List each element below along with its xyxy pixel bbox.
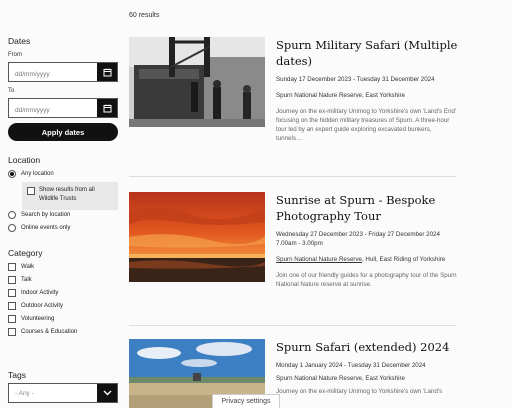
result-time: 7.00am - 3.00pm xyxy=(276,240,323,247)
result-info: Spurn Safari (extended) 2024 Monday 1 Ja… xyxy=(276,339,459,396)
category-label: Outdoor Activity xyxy=(21,303,64,309)
category-outdoor-activity[interactable]: Outdoor Activity xyxy=(8,302,63,310)
radio-search-by-location[interactable]: Search by location xyxy=(8,211,70,219)
result-image-military-bunker[interactable] xyxy=(129,37,265,127)
tags-select-value: - Any - xyxy=(15,390,34,397)
category-volunteering[interactable]: Volunteering xyxy=(8,315,54,323)
result-divider xyxy=(129,176,456,177)
category-checkbox[interactable] xyxy=(8,263,16,271)
show-all-label: Show results from all Wildlife Trusts xyxy=(39,187,95,202)
result-card[interactable]: Spurn Safari (extended) 2024 Monday 1 Ja… xyxy=(129,339,456,408)
category-checkbox[interactable] xyxy=(8,328,16,336)
radio-button[interactable] xyxy=(8,211,16,219)
category-checkbox[interactable] xyxy=(8,289,16,297)
category-checkbox[interactable] xyxy=(8,302,16,310)
result-title-link[interactable]: Spurn Safari (extended) 2024 xyxy=(276,339,459,355)
tags-select[interactable]: - Any - xyxy=(8,383,118,403)
radio-label: Any location xyxy=(21,171,54,177)
category-walk[interactable]: Walk xyxy=(8,263,34,271)
from-calendar-button[interactable] xyxy=(97,63,117,81)
from-label: From xyxy=(8,52,22,58)
from-date-input[interactable] xyxy=(9,65,97,84)
chevron-down-icon xyxy=(103,390,111,396)
result-divider xyxy=(129,325,456,326)
result-date-range: Wednesday 27 December 2023 - Friday 27 D… xyxy=(276,231,440,238)
location-link[interactable]: Spurn National Nature Reserve xyxy=(276,256,362,263)
result-location: Spurn National Nature Reserve, Hull, Eas… xyxy=(276,255,459,264)
result-info: Sunrise at Spurn - Bespoke Photography T… xyxy=(276,192,459,289)
dates-heading: Dates xyxy=(8,36,31,46)
result-info: Spurn Military Safari (Multiple dates) S… xyxy=(276,37,459,143)
result-description: Join one of our friendly guides for a ph… xyxy=(276,272,457,288)
category-indoor-activity[interactable]: Indoor Activity xyxy=(8,289,58,297)
radio-button[interactable] xyxy=(8,170,16,178)
radio-any-location[interactable]: Any location xyxy=(8,170,54,178)
result-location: Spurn National Nature Reserve, East York… xyxy=(276,375,405,382)
result-description: Journey on the ex-military Unimog to Yor… xyxy=(276,388,443,395)
result-title-link[interactable]: Sunrise at Spurn - Bespoke Photography T… xyxy=(276,192,459,224)
category-checkbox[interactable] xyxy=(8,315,16,323)
location-heading: Location xyxy=(8,155,41,165)
sunrise-photo xyxy=(129,192,265,282)
result-description: Journey on the ex-military Unimog to Yor… xyxy=(276,108,457,142)
result-location: Spurn National Nature Reserve, East York… xyxy=(276,92,405,99)
calendar-icon xyxy=(103,104,111,112)
result-image-sunrise[interactable] xyxy=(129,192,265,282)
location-rest: , Hull, East Riding of Yorkshire xyxy=(361,256,446,263)
radio-online-events[interactable]: Online events only xyxy=(8,224,70,232)
apply-dates-button[interactable]: Apply dates xyxy=(8,123,118,141)
tags-dropdown-button[interactable] xyxy=(97,384,117,402)
result-date: Wednesday 27 December 2023 - Friday 27 D… xyxy=(276,230,459,248)
to-date-input[interactable] xyxy=(9,101,97,120)
category-heading: Category xyxy=(8,248,43,258)
category-label: Volunteering xyxy=(21,316,55,322)
result-title-link[interactable]: Spurn Military Safari (Multiple dates) xyxy=(276,37,459,69)
privacy-settings-button[interactable]: Privacy settings xyxy=(212,394,280,408)
radio-label: Online events only xyxy=(21,225,71,231)
calendar-icon xyxy=(103,68,111,76)
category-label: Indoor Activity xyxy=(21,290,59,296)
bunker-photo xyxy=(129,37,265,127)
radio-button[interactable] xyxy=(8,224,16,232)
radio-label: Search by location xyxy=(21,212,71,218)
results-count: 60 results xyxy=(129,12,160,19)
filters-sidebar: Dates From To Apply dates Location xyxy=(0,0,124,408)
to-label: To xyxy=(8,88,15,94)
result-date: Monday 1 January 2024 - Tuesday 31 Decem… xyxy=(276,362,426,369)
category-label: Talk xyxy=(21,277,32,283)
tags-heading: Tags xyxy=(8,370,26,380)
category-talk[interactable]: Talk xyxy=(8,276,32,284)
category-courses-education[interactable]: Courses & Education xyxy=(8,328,77,336)
category-checkbox[interactable] xyxy=(8,276,16,284)
show-all-trusts-option[interactable]: Show results from all Wildlife Trusts xyxy=(22,182,118,210)
from-date-field[interactable] xyxy=(8,62,118,84)
to-calendar-button[interactable] xyxy=(97,99,117,117)
show-all-checkbox[interactable] xyxy=(27,187,35,195)
category-label: Courses & Education xyxy=(21,329,78,335)
to-date-field[interactable] xyxy=(8,98,118,120)
result-date: Sunday 17 December 2023 - Tuesday 31 Dec… xyxy=(276,76,435,83)
category-label: Walk xyxy=(21,264,35,270)
result-card[interactable]: Spurn Military Safari (Multiple dates) S… xyxy=(129,37,457,142)
result-card[interactable]: Sunrise at Spurn - Bespoke Photography T… xyxy=(129,192,457,288)
